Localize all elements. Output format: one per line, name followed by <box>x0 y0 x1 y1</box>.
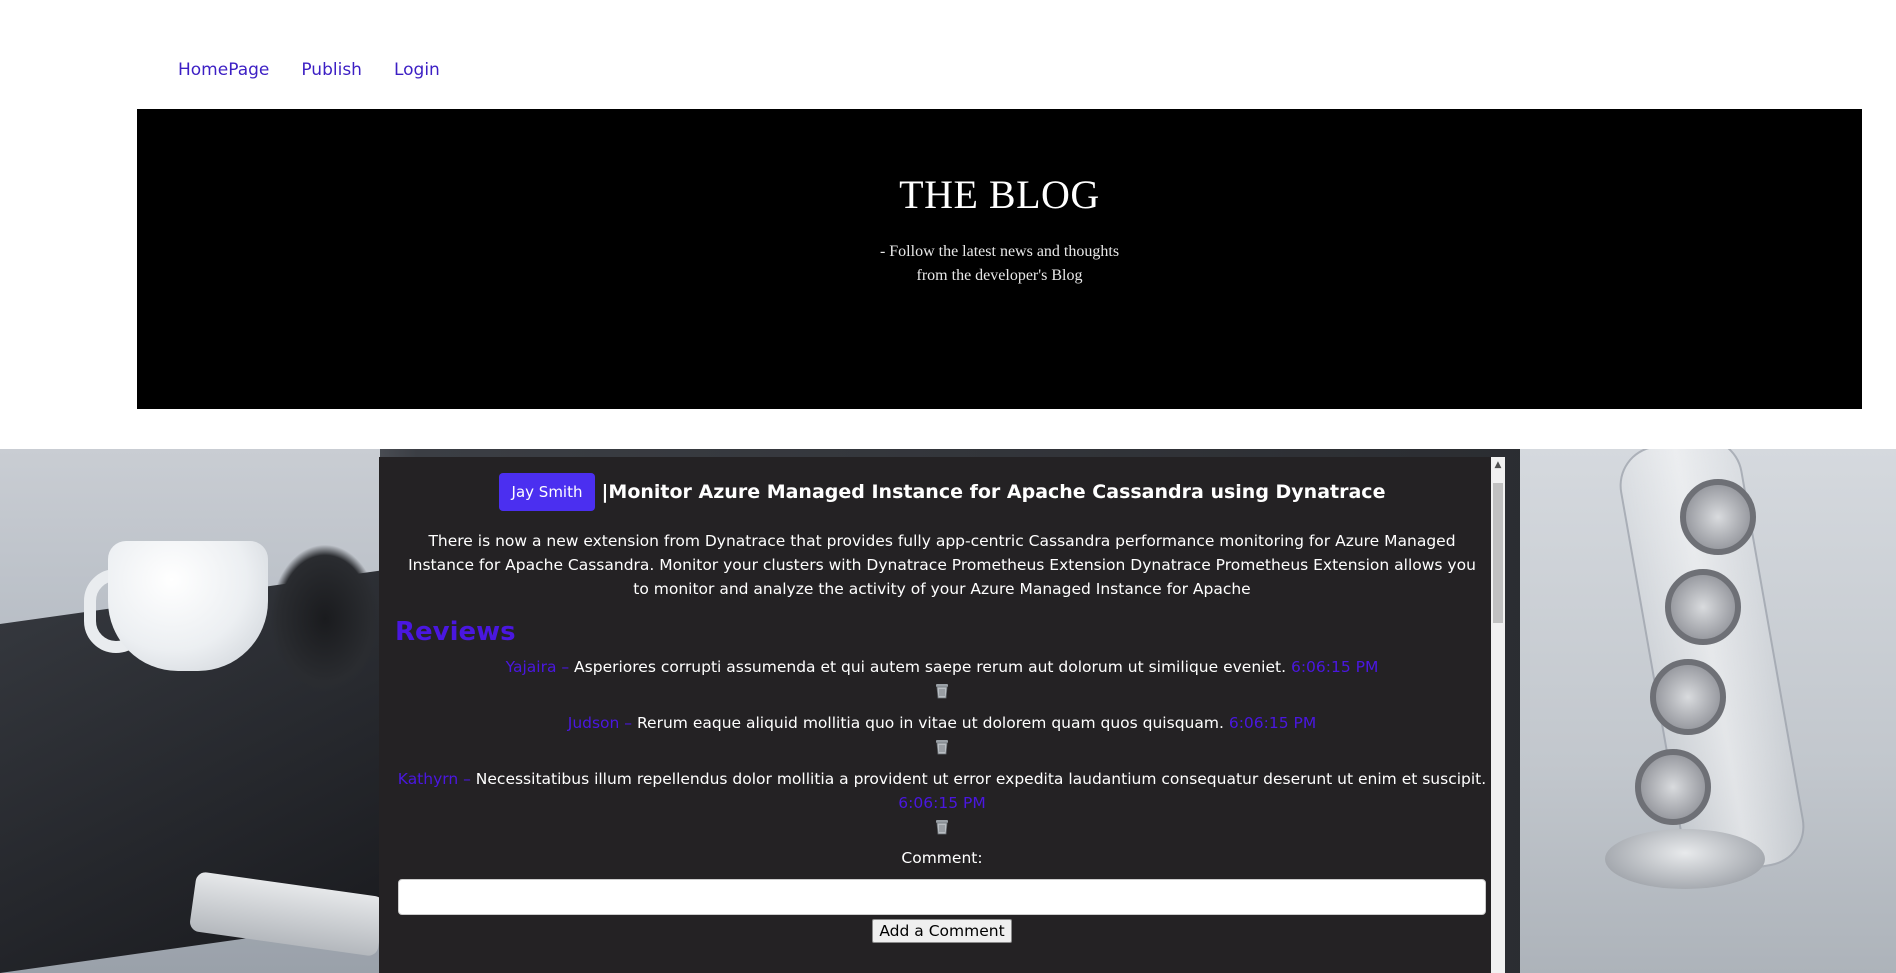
nav-homepage-link[interactable]: HomePage <box>178 60 269 80</box>
scrollbar-thumb[interactable] <box>1493 483 1503 623</box>
review-text: Necessitatibus illum repellendus dolor m… <box>475 770 1487 788</box>
post-content: Jay Smith |Monitor Azure Managed Instanc… <box>379 457 1505 943</box>
blog-tagline: - Follow the latest news and thoughts fr… <box>879 243 1120 284</box>
review-text: Rerum eaque aliquid mollitia quo in vita… <box>636 714 1224 732</box>
hero-banner: THE BLOG - Follow the latest news and th… <box>137 109 1862 409</box>
decor-ring <box>1635 749 1711 825</box>
headphones <box>270 544 380 694</box>
post-title: |Monitor Azure Managed Instance for Apac… <box>601 481 1386 503</box>
review-time: 6:06:15 PM <box>1290 658 1379 676</box>
decor-photo-right <box>1520 449 1896 973</box>
review-item: Kathyrn – Necessitatibus illum repellend… <box>395 767 1489 835</box>
add-comment-button[interactable]: Add a Comment <box>872 919 1012 943</box>
decor-base <box>1605 829 1765 889</box>
desk-photo-left <box>0 449 386 973</box>
comment-input[interactable] <box>398 879 1486 915</box>
author-button[interactable]: Jay Smith <box>498 473 596 511</box>
post-panel: Jay Smith |Monitor Azure Managed Instanc… <box>379 457 1505 973</box>
trash-icon[interactable] <box>935 819 949 835</box>
review-time: 6:06:15 PM <box>1228 714 1317 732</box>
comment-label: Comment: <box>901 849 983 867</box>
decor-ring <box>1650 659 1726 735</box>
trash-icon[interactable] <box>935 683 949 699</box>
decor-ring <box>1665 569 1741 645</box>
post-body: There is now a new extension from Dynatr… <box>408 532 1476 598</box>
review-item: Judson – Rerum eaque aliquid mollitia qu… <box>395 711 1489 755</box>
nav-login-link[interactable]: Login <box>394 60 440 80</box>
trash-icon[interactable] <box>935 739 949 755</box>
review-author: Yajaira – <box>505 658 575 676</box>
panel-scrollbar[interactable]: ▲ <box>1491 457 1505 973</box>
arrow-up-icon[interactable]: ▲ <box>1491 459 1505 471</box>
nav-publish-link[interactable]: Publish <box>301 60 362 80</box>
reviews-heading: Reviews <box>395 617 516 647</box>
blog-title: THE BLOG <box>899 172 1100 217</box>
review-author: Kathyrn – <box>397 770 476 788</box>
review-text: Asperiores corrupti assumenda et qui aut… <box>574 658 1287 676</box>
review-item: Yajaira – Asperiores corrupti assumenda … <box>395 655 1489 699</box>
decor-ring <box>1680 479 1756 555</box>
review-time: 6:06:15 PM <box>898 794 986 812</box>
post-header: Jay Smith |Monitor Azure Managed Instanc… <box>395 473 1489 511</box>
background-photo: Jay Smith |Monitor Azure Managed Instanc… <box>0 449 1896 973</box>
coffee-cup <box>108 541 268 671</box>
top-nav: HomePage Publish Login <box>178 60 440 80</box>
review-author: Judson – <box>567 714 637 732</box>
